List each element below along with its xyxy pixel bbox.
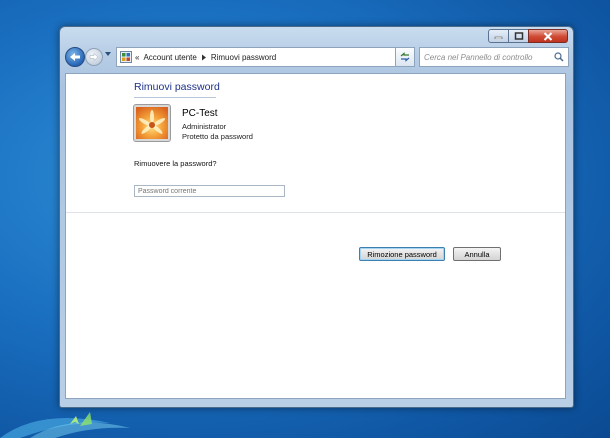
search-placeholder: Cerca nel Pannello di controllo <box>424 52 533 62</box>
maximize-button[interactable] <box>508 29 529 43</box>
breadcrumb-item-rimuovi-password[interactable]: Rimuovi password <box>211 53 276 62</box>
breadcrumb-root-chevron[interactable]: « <box>135 53 139 62</box>
refresh-icon <box>400 52 410 62</box>
recent-pages-dropdown-icon[interactable] <box>104 51 112 57</box>
remove-password-button[interactable]: Rimozione password <box>359 247 445 261</box>
user-role: Administrator <box>182 122 227 131</box>
content-separator <box>66 212 565 213</box>
search-box[interactable]: Cerca nel Pannello di controllo <box>419 47 569 67</box>
breadcrumb-item-account-utente[interactable]: Account utente <box>143 53 196 62</box>
maximize-icon <box>514 32 523 40</box>
remove-password-question: Rimuovere la password? <box>134 159 217 168</box>
title-underline <box>134 97 216 98</box>
forward-arrow-icon <box>89 53 99 61</box>
current-password-input[interactable] <box>134 185 285 197</box>
page-title: Rimuovi password <box>134 81 220 93</box>
minimize-button[interactable] <box>488 29 509 43</box>
address-bar[interactable]: « Account utente Rimuovi password <box>116 47 413 67</box>
back-button[interactable] <box>65 47 85 67</box>
user-password-status: Protetto da password <box>182 132 253 141</box>
refresh-button[interactable] <box>395 47 415 67</box>
navigation-bar: « Account utente Rimuovi password Cerca … <box>65 47 569 69</box>
minimize-icon <box>494 36 503 39</box>
forward-button[interactable] <box>85 48 103 66</box>
user-name: PC-Test <box>182 108 218 119</box>
caption-buttons <box>488 29 568 43</box>
user-picture <box>134 105 170 141</box>
close-button[interactable] <box>528 29 568 43</box>
flower-user-picture-icon <box>136 107 168 139</box>
control-panel-window: « Account utente Rimuovi password Cerca … <box>59 26 574 408</box>
cancel-button[interactable]: Annulla <box>453 247 501 261</box>
content-pane: Rimuovi password PC-Test Administrator P… <box>65 73 566 399</box>
back-arrow-icon <box>70 53 80 61</box>
breadcrumb-separator-icon[interactable] <box>201 54 207 61</box>
control-panel-icon <box>120 51 132 63</box>
search-icon[interactable] <box>554 52 564 62</box>
close-icon <box>543 31 553 41</box>
